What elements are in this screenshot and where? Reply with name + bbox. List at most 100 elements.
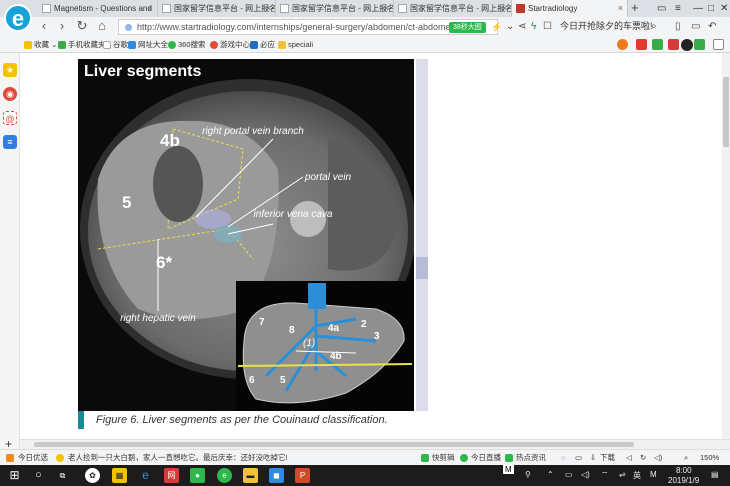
maximize-icon[interactable]: □ xyxy=(708,0,714,17)
video-icon xyxy=(421,454,429,462)
lightning-icon[interactable]: ϟ xyxy=(531,17,536,36)
close-window-icon[interactable]: ✕ xyxy=(720,0,728,17)
bookmark-games[interactable]: 游戏中心 xyxy=(210,37,250,52)
app-blue-icon[interactable]: ◼ xyxy=(269,468,284,483)
extension-green-icon[interactable] xyxy=(652,39,663,50)
hot-search-text[interactable]: 今日开抢除夕的车票啦! xyxy=(560,17,653,36)
tray-chevron-icon[interactable]: ⌃ xyxy=(547,470,554,479)
status-download[interactable]: 下载 xyxy=(600,450,615,466)
grid-icon[interactable] xyxy=(713,39,724,50)
bookmark-url-directory[interactable]: 网址大全 xyxy=(128,37,168,52)
extension-green2-icon[interactable] xyxy=(694,39,705,50)
ime-mode[interactable]: M xyxy=(650,470,657,479)
mobile-icon[interactable]: ▯ xyxy=(675,17,681,36)
ime-switch-icon[interactable]: ⇌ xyxy=(619,470,626,479)
address-bar[interactable]: http://www.startradiology.com/internship… xyxy=(118,19,502,47)
close-icon[interactable]: × xyxy=(148,0,153,17)
wechat-icon[interactable]: ● xyxy=(190,468,205,483)
bookmark-mobile[interactable]: 手机收藏夹 xyxy=(58,37,106,52)
star-icon[interactable]: ★ xyxy=(3,63,17,77)
vertical-scrollbar[interactable] xyxy=(722,53,730,439)
checkbox-icon[interactable]: ☐ xyxy=(543,17,552,36)
dropdown-icon[interactable]: ⌄ xyxy=(506,17,514,36)
device-icon[interactable]: ▭ xyxy=(575,450,582,466)
tab-startradiology[interactable]: Startradiology × xyxy=(512,0,628,17)
user-avatar-icon[interactable] xyxy=(681,39,693,51)
clock-time[interactable]: 8:00 xyxy=(676,466,692,475)
weibo-icon[interactable]: ◉ xyxy=(3,87,17,101)
extension-red-icon[interactable] xyxy=(636,39,647,50)
app-sticky-icon[interactable]: ▦ xyxy=(112,468,127,483)
minimize-icon[interactable]: — xyxy=(693,0,703,17)
horizontal-scrollbar[interactable] xyxy=(20,439,730,449)
browser-logo-icon[interactable]: e xyxy=(4,4,32,32)
status-quick-clip[interactable]: 快剪辑 xyxy=(432,450,455,466)
app-shield-icon[interactable]: ✿ xyxy=(85,468,100,483)
promo-badge[interactable]: 38秒大图 xyxy=(449,22,486,33)
refresh-icon[interactable]: ↻ xyxy=(640,450,646,466)
bookmark-speciali[interactable]: speciali xyxy=(278,37,313,52)
status-left-label[interactable]: 今日优选 xyxy=(18,450,48,466)
battery-icon[interactable]: ▭ xyxy=(565,470,573,479)
close-icon[interactable]: × xyxy=(502,0,507,17)
tray-m-icon[interactable]: M xyxy=(503,465,514,474)
volume-icon[interactable]: ◁) xyxy=(581,470,590,479)
tab-csc-2[interactable]: 国家留学信息平台 - 网上报名 × xyxy=(276,0,394,17)
bookmark-label: 必应 xyxy=(260,40,275,49)
search-icon[interactable]: ⌕ xyxy=(651,17,657,36)
sound-icon[interactable]: ◁ xyxy=(626,450,632,466)
windows-start-icon[interactable]: ⊞ xyxy=(7,468,22,483)
home-icon[interactable]: ⌂ xyxy=(94,18,110,34)
bookmark-favorites[interactable]: 收藏 ⌄ xyxy=(24,37,57,52)
close-icon[interactable]: × xyxy=(266,0,271,17)
menu-icon[interactable]: ≡ xyxy=(675,0,681,17)
status-hot-news[interactable]: 热点资讯 xyxy=(516,450,546,466)
tab-csc-1[interactable]: 国家留学信息平台 - 网上报名 × xyxy=(158,0,276,17)
share-network-icon[interactable]: ⋖ xyxy=(518,17,526,36)
restore-icon[interactable]: ▭ xyxy=(657,0,666,17)
bell-icon[interactable]: ◌ xyxy=(561,450,565,466)
edge-browser-icon[interactable]: e xyxy=(138,468,153,483)
input-language[interactable]: 英 xyxy=(633,470,641,481)
clock-date[interactable]: 2019/1/9 xyxy=(668,476,699,485)
zoom-icon[interactable]: ⌕ xyxy=(684,450,688,466)
tab-magnetism[interactable]: Magnetism - Questions and × xyxy=(38,0,158,17)
undo-icon[interactable]: ↶ xyxy=(708,17,716,36)
close-icon[interactable]: × xyxy=(618,0,623,17)
notification-icon[interactable]: ▤ xyxy=(711,470,719,479)
new-tab-button[interactable]: + xyxy=(631,0,639,16)
at-icon[interactable]: @ xyxy=(3,111,17,125)
extension-orange-icon[interactable] xyxy=(617,39,628,50)
close-icon[interactable]: × xyxy=(384,0,389,17)
forward-icon[interactable]: › xyxy=(54,18,70,34)
bookmark-google[interactable]: 谷歌 xyxy=(103,37,128,52)
extension-x-icon[interactable] xyxy=(668,39,679,50)
url-text[interactable]: http://www.startradiology.com/internship… xyxy=(137,20,449,35)
powerpoint-icon[interactable]: P xyxy=(295,468,310,483)
reload-icon[interactable]: ↻ xyxy=(74,18,90,34)
task-view-icon[interactable]: ⧉ xyxy=(55,468,70,483)
search-icon[interactable]: ○ xyxy=(31,468,46,483)
figure-scroll-strip[interactable] xyxy=(416,59,428,411)
bookmark-bing[interactable]: 必应 xyxy=(250,37,275,52)
bookmark-360-search[interactable]: 360搜索 xyxy=(168,37,206,52)
tablet-icon[interactable]: ▭ xyxy=(691,17,700,36)
list-icon[interactable]: ≡ xyxy=(3,135,17,149)
status-live[interactable]: 今日直播 xyxy=(471,450,501,466)
speaker-icon[interactable]: ◁) xyxy=(654,450,662,466)
back-icon[interactable]: ‹ xyxy=(36,18,52,34)
tab-csc-3[interactable]: 国家留学信息平台 - 网上报名 × xyxy=(394,0,512,17)
app-red-icon[interactable]: 网 xyxy=(164,468,179,483)
download-icon[interactable]: ⇩ xyxy=(590,450,596,466)
page-content: Liver segments right portal vein branch … xyxy=(20,53,722,439)
file-explorer-icon[interactable]: ▬ xyxy=(243,468,258,483)
figure-scroll-thumb[interactable] xyxy=(416,257,428,279)
horizontal-scroll-thumb[interactable] xyxy=(34,442,634,447)
browser-360-icon[interactable]: e xyxy=(217,468,232,483)
news-ticker[interactable]: 老人捡到一只大白鹅，家人一直想吃它。最后庆幸：还好没吃掉它! xyxy=(68,450,288,466)
vertical-scroll-thumb[interactable] xyxy=(723,77,729,147)
people-icon[interactable]: ⚲ xyxy=(525,470,531,479)
zoom-level[interactable]: 150% xyxy=(700,450,719,466)
tab-favicon-icon xyxy=(162,4,171,13)
wifi-icon[interactable]: ⌔ xyxy=(601,470,609,480)
